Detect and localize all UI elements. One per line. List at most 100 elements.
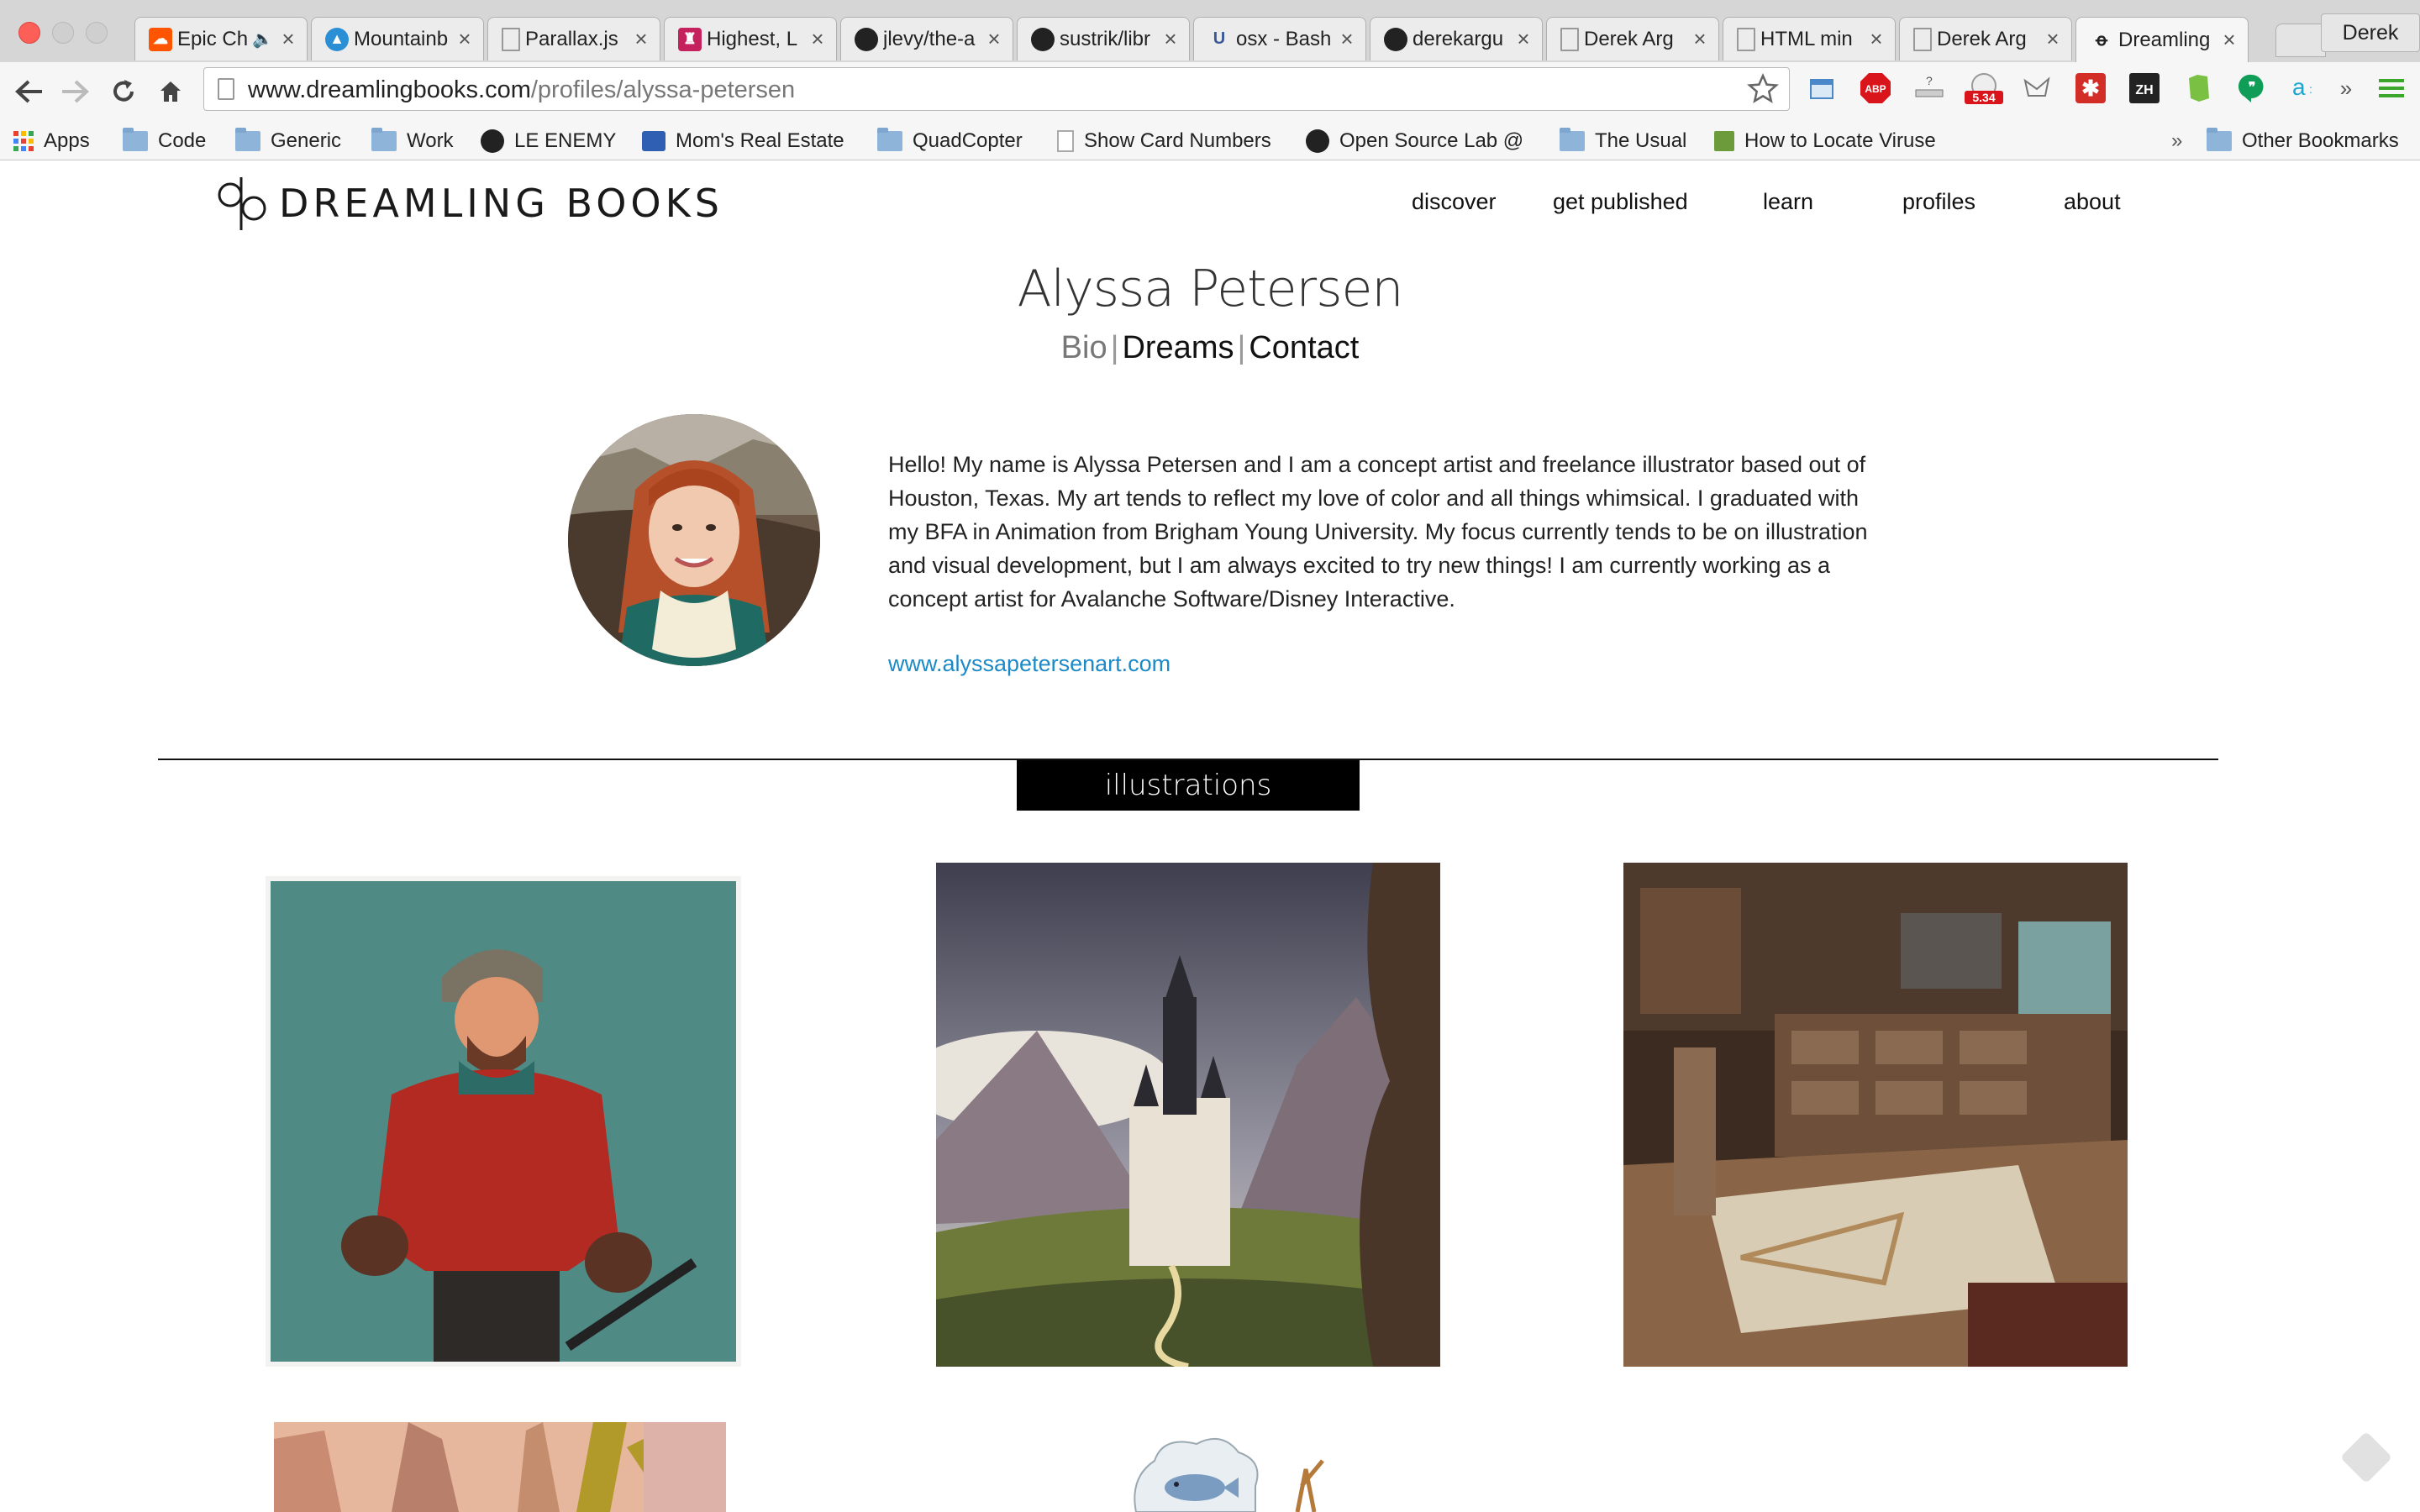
bookmark-generic[interactable]: Generic [235, 123, 341, 160]
bookmark-le-enemy[interactable]: LE ENEMY [481, 123, 616, 160]
menu-icon[interactable] [2375, 71, 2408, 106]
tab-parallax[interactable]: Parallax.js × [487, 17, 660, 60]
tab-html-min[interactable]: HTML min × [1723, 17, 1896, 60]
bookmark-label: Apps [44, 129, 90, 152]
section-title: illustrations [1017, 760, 1360, 811]
tab-close-icon[interactable]: × [2219, 27, 2239, 53]
nav-learn[interactable]: learn [1763, 189, 1813, 215]
bookmark-other[interactable]: Other Bookmarks [2207, 123, 2399, 160]
bookmark-the-usual[interactable]: The Usual [1560, 123, 1686, 160]
bookmark-how-to-locate[interactable]: How to Locate Viruse [1714, 123, 1949, 160]
tab-close-icon[interactable]: × [2043, 26, 2063, 52]
new-tab-button[interactable] [2275, 24, 2326, 57]
tab-close-icon[interactable]: × [1337, 26, 1357, 52]
illustration-canyon[interactable] [274, 1422, 726, 1512]
tab-jlevy[interactable]: jlevy/the-a × [840, 17, 1013, 60]
evernote-icon[interactable] [2181, 71, 2215, 106]
speed-icon[interactable]: 5.34 [1963, 71, 2005, 106]
window-maximize-button[interactable] [86, 22, 108, 44]
nav-get-published[interactable]: get published [1553, 189, 1688, 215]
calendar-icon[interactable] [1805, 71, 1839, 106]
window-close-button[interactable] [18, 22, 40, 44]
app-icon: ♜ [678, 27, 702, 51]
star-icon[interactable] [1747, 73, 1779, 109]
tab-label: Mountainb [354, 27, 449, 50]
speed-badge: 5.34 [1972, 91, 1995, 104]
tab-label: Derek Arg [1937, 27, 2027, 50]
hangouts-icon[interactable]: ❞ [2235, 71, 2269, 106]
illustration-workbench[interactable] [1623, 863, 2128, 1367]
amazon-icon[interactable]: a: [2287, 71, 2321, 106]
tab-close-icon[interactable]: × [1513, 26, 1534, 52]
bookmark-moms-real-estate[interactable]: Mom's Real Estate [642, 123, 844, 160]
url-path: /profiles/alyssa-petersen [530, 76, 796, 103]
subnav-bio[interactable]: Bio [1061, 330, 1107, 365]
tab-label: sustrik/libr [1060, 27, 1151, 50]
bookmark-label: The Usual [1595, 129, 1687, 152]
nav-profiles[interactable]: profiles [1902, 189, 1975, 215]
window-minimize-button[interactable] [52, 22, 74, 44]
github-icon [855, 27, 878, 51]
tab-close-icon[interactable]: × [455, 26, 475, 52]
address-bar[interactable]: www.dreamlingbooks.com/profiles/alyssa-p… [203, 67, 1790, 111]
bookmark-label: QuadCopter [913, 129, 1023, 152]
tab-derek-arg-1[interactable]: Derek Arg × [1546, 17, 1719, 60]
tab-sustrik[interactable]: sustrik/libr × [1017, 17, 1190, 60]
svg-text::: : [2309, 82, 2312, 96]
tab-close-icon[interactable]: × [278, 26, 298, 52]
lastpass-icon[interactable]: ✱ [2074, 71, 2107, 106]
tab-close-icon[interactable]: × [1160, 26, 1181, 52]
site-logo[interactable]: DREAMLING BOOKS [215, 176, 723, 231]
tab-label: Derek Arg [1584, 27, 1674, 50]
bookmark-quadcopter[interactable]: QuadCopter [877, 123, 1023, 160]
tab-label: jlevy/the-a [883, 27, 976, 50]
nav-discover[interactable]: discover [1412, 189, 1497, 215]
tab-close-icon[interactable]: × [984, 26, 1004, 52]
website-link[interactable]: www.alyssapetersenart.com [888, 651, 1171, 677]
home-icon[interactable] [151, 72, 190, 111]
butterfly-icon[interactable] [2020, 71, 2054, 106]
back-icon[interactable] [10, 72, 49, 111]
illustration-mountaineer[interactable] [266, 876, 741, 1367]
tab-close-icon[interactable]: × [1866, 26, 1886, 52]
bookmark-show-card-numbers[interactable]: Show Card Numbers [1057, 123, 1271, 160]
tab-close-icon[interactable]: × [1690, 26, 1710, 52]
tab-epic[interactable]: ☁ Epic Ch 🔈 × [134, 17, 308, 60]
zh-icon[interactable]: ZH [2128, 71, 2161, 106]
tab-close-icon[interactable]: × [808, 26, 828, 52]
reload-icon[interactable] [104, 72, 143, 111]
overflow-icon[interactable]: » [2329, 71, 2363, 106]
tab-label: Parallax.js [525, 27, 618, 50]
svg-text:a: a [2292, 75, 2306, 100]
forward-icon[interactable] [55, 72, 94, 111]
folder-icon [877, 128, 902, 151]
speaker-icon[interactable]: 🔈 [252, 29, 273, 50]
bookmark-work[interactable]: Work [371, 123, 454, 160]
bookmarks-overflow-icon[interactable]: » [2171, 123, 2182, 160]
tab-derek-arg-2[interactable]: Derek Arg × [1899, 17, 2072, 60]
page-icon [1913, 27, 1932, 51]
illustration-fish-dream[interactable] [1129, 1436, 1339, 1512]
browser-tab-strip: ☁ Epic Ch 🔈 × ▲ Mountainb × Parallax.js … [0, 0, 2420, 63]
adblock-icon[interactable]: ABP [1859, 71, 1892, 106]
bookmark-code[interactable]: Code [123, 123, 206, 160]
tab-close-icon[interactable]: × [631, 26, 651, 52]
subnav-dreams[interactable]: Dreams [1122, 330, 1234, 365]
nav-about[interactable]: about [2064, 189, 2121, 215]
scale-icon[interactable]: ? [1912, 71, 1946, 106]
illustration-castle[interactable] [936, 863, 1440, 1367]
url-host: www.dreamlingbooks.com [248, 76, 531, 103]
folder-icon [235, 128, 260, 151]
tab-highest[interactable]: ♜ Highest, L × [664, 17, 837, 60]
scroll-widget-icon[interactable] [2339, 1431, 2393, 1484]
tab-dreamling[interactable]: ꝋ Dreamling × [2075, 17, 2249, 62]
tab-derekargu[interactable]: derekargu × [1370, 17, 1543, 60]
bookmark-open-source-lab[interactable]: Open Source Lab @ [1306, 123, 1523, 160]
bookmark-apps[interactable]: Apps [13, 123, 90, 160]
tab-mountain[interactable]: ▲ Mountainb × [311, 17, 484, 60]
bookmark-label: Work [407, 129, 454, 152]
subnav-contact[interactable]: Contact [1249, 330, 1359, 365]
profile-subnav: Bio | Dreams | Contact [0, 330, 2420, 366]
profile-button[interactable]: Derek [2321, 13, 2420, 52]
tab-osx-bash[interactable]: U osx - Bash × [1193, 17, 1366, 60]
